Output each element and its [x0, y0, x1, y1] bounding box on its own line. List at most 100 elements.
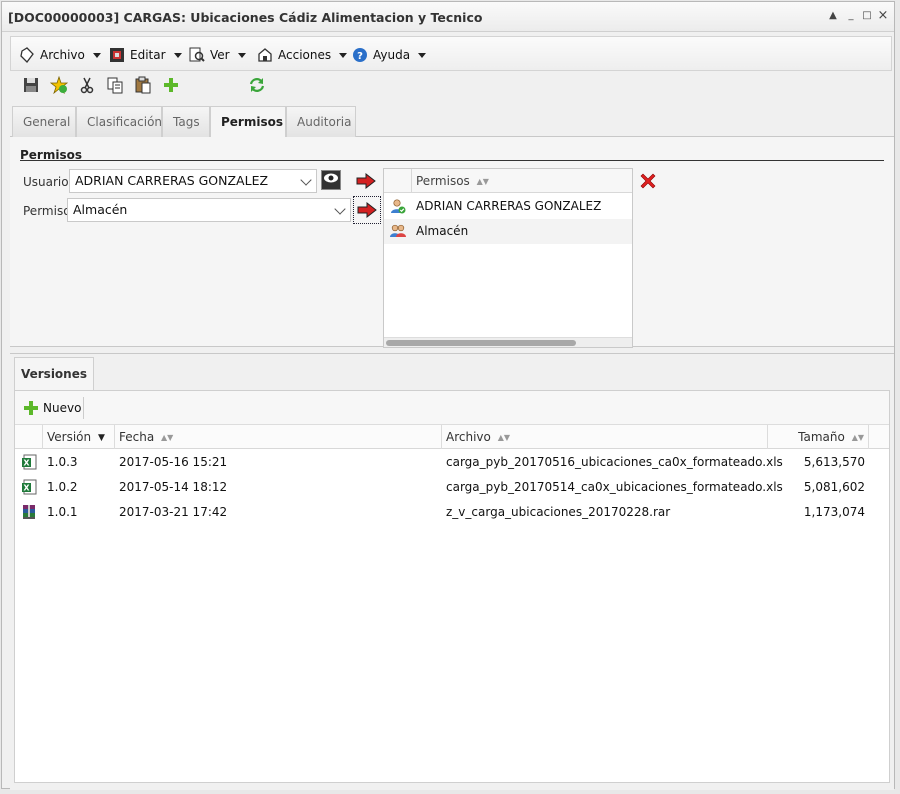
version-row[interactable]: X 1.0.2 2017-05-14 18:12 carga_pyb_20170…	[15, 475, 889, 500]
permiso-row-label: Almacén	[416, 224, 469, 238]
permiso-label: Permiso	[23, 204, 71, 218]
maximize-button[interactable]: □	[860, 9, 874, 23]
menu-acciones[interactable]: Acciones	[257, 46, 348, 64]
archivo-column-label: Archivo	[446, 430, 491, 444]
permiso-select[interactable]: Almacén	[67, 198, 351, 222]
cut-icon[interactable]	[78, 76, 96, 94]
tab-clasificacion[interactable]: Clasificación	[76, 106, 162, 137]
sort-icon: ▲▼	[476, 177, 489, 186]
chevron-down-icon[interactable]	[334, 203, 346, 215]
nuevo-button[interactable]: Nuevo	[23, 399, 81, 417]
sort-icon: ▲▼	[851, 432, 864, 442]
permisos-grid: Permisos ▲▼ ADRIAN CARRERAS GONZALEZ Alm…	[383, 168, 633, 348]
sort-icon: ▲▼	[161, 432, 174, 442]
usuario-value: ADRIAN CARRERAS GONZALEZ	[75, 173, 269, 188]
chevron-down-icon[interactable]	[300, 174, 312, 186]
add-icon[interactable]	[162, 76, 180, 94]
document-window: [DOC00000003] CARGAS: Ubicaciones Cádiz …	[1, 1, 895, 790]
menu-editar[interactable]: Editar	[109, 46, 182, 64]
scroll-thumb[interactable]	[386, 340, 576, 346]
tamano-column-label: Tamaño	[798, 430, 845, 444]
save-icon[interactable]	[22, 76, 40, 94]
view-user-button[interactable]	[321, 170, 341, 190]
rar-file-icon	[23, 505, 35, 519]
version-row[interactable]: 1.0.1 2017-03-21 17:42 z_v_carga_ubicaci…	[15, 500, 889, 525]
menu-bar: Archivo Editar Ver Acciones ? Ayuda	[10, 36, 892, 71]
add-permiso-button[interactable]	[353, 196, 381, 224]
fecha-cell: 2017-05-14 18:12	[119, 480, 228, 494]
sort-desc-icon: ▼	[97, 432, 105, 443]
chevron-down-icon	[92, 52, 101, 58]
usuario-label: Usuario	[23, 175, 69, 189]
permisos-column-header[interactable]: Permisos ▲▼	[416, 174, 489, 188]
versiones-panel: Nuevo Versión ▼ Fecha ▲▼ Archivo ▲▼ Tama…	[14, 390, 890, 783]
view-icon	[189, 47, 205, 62]
favorite-icon[interactable]	[50, 76, 68, 94]
menu-archivo[interactable]: Archivo	[19, 46, 101, 64]
fecha-column-header[interactable]: Fecha ▲▼	[115, 425, 442, 449]
menu-label: Ver	[210, 48, 230, 62]
tamano-column-header[interactable]: Tamaño ▲▼	[768, 425, 869, 449]
version-row[interactable]: X 1.0.3 2017-05-16 15:21 carga_pyb_20170…	[15, 450, 889, 475]
add-icon	[24, 401, 38, 415]
version-cell: 1.0.2	[47, 480, 78, 494]
permiso-row[interactable]: Almacén	[384, 219, 632, 244]
svg-text:X: X	[23, 459, 30, 468]
menu-ver[interactable]: Ver	[189, 46, 246, 64]
document-tabs: General Clasificación Tags Permisos Audi…	[10, 103, 894, 138]
minimize-button[interactable]: _	[844, 9, 858, 23]
permiso-row[interactable]: ADRIAN CARRERAS GONZALEZ	[384, 194, 632, 219]
version-column-header[interactable]: Versión ▼	[43, 425, 115, 449]
tab-tags[interactable]: Tags	[162, 106, 210, 137]
refresh-icon[interactable]	[248, 76, 266, 94]
eye-icon	[324, 173, 338, 183]
version-cell: 1.0.1	[47, 505, 78, 519]
sort-icon: ▲▼	[497, 432, 510, 442]
archivo-cell[interactable]: z_v_carga_ubicaciones_20170228.rar	[446, 505, 670, 519]
add-user-arrow-icon[interactable]	[356, 173, 376, 189]
archive-icon	[20, 47, 34, 63]
fecha-cell: 2017-03-21 17:42	[119, 505, 228, 519]
paste-icon[interactable]	[134, 76, 152, 94]
toolbar-separator	[83, 397, 84, 419]
copy-icon[interactable]	[106, 76, 124, 94]
section-divider	[20, 160, 884, 161]
versiones-toolbar: Nuevo	[15, 391, 889, 425]
title-bar: [DOC00000003] CARGAS: Ubicaciones Cádiz …	[2, 2, 894, 32]
grid-scrollbar[interactable]	[384, 337, 632, 347]
archivo-cell[interactable]: carga_pyb_20170516_ubicaciones_ca0x_form…	[446, 455, 783, 469]
versiones-section: Versiones Nuevo Versión ▼ Fecha ▲▼ Archi…	[10, 353, 894, 790]
main-toolbar	[10, 72, 892, 100]
tab-auditoria[interactable]: Auditoria	[286, 106, 356, 137]
fecha-cell: 2017-05-16 15:21	[119, 455, 228, 469]
group-icon	[390, 224, 406, 237]
tab-general[interactable]: General	[12, 106, 76, 137]
svg-text:X: X	[23, 484, 30, 493]
chevron-down-icon	[418, 52, 427, 58]
menu-label: Acciones	[278, 48, 332, 62]
version-column-label: Versión	[47, 430, 92, 444]
svg-text:?: ?	[357, 51, 363, 62]
close-button[interactable]: ×	[876, 9, 890, 23]
tab-permisos[interactable]: Permisos	[210, 106, 286, 138]
chevron-down-icon	[173, 52, 182, 58]
tamano-cell: 5,081,602	[803, 480, 865, 494]
menu-ayuda[interactable]: ? Ayuda	[352, 46, 427, 64]
delete-icon[interactable]	[638, 171, 658, 191]
add-permiso-arrow-icon	[357, 202, 377, 218]
window-title: [DOC00000003] CARGAS: Ubicaciones Cádiz …	[8, 10, 483, 25]
archivo-cell[interactable]: carga_pyb_20170514_ca0x_ubicaciones_form…	[446, 480, 783, 494]
versiones-grid-header: Versión ▼ Fecha ▲▼ Archivo ▲▼ Tamaño ▲▼	[15, 425, 889, 449]
collapse-button[interactable]: ▲	[826, 9, 840, 23]
permisos-panel: Permisos Usuario ADRIAN CARRERAS GONZALE…	[10, 137, 894, 348]
user-icon	[391, 199, 406, 214]
permisos-column-label: Permisos	[416, 174, 470, 188]
tamano-cell: 5,613,570	[803, 455, 865, 469]
tab-versiones[interactable]: Versiones	[14, 357, 94, 390]
excel-file-icon: X	[22, 454, 37, 470]
archivo-column-header[interactable]: Archivo ▲▼	[442, 425, 768, 449]
excel-file-icon: X	[22, 479, 37, 495]
chevron-down-icon	[339, 52, 348, 58]
version-cell: 1.0.3	[47, 455, 78, 469]
usuario-select[interactable]: ADRIAN CARRERAS GONZALEZ	[69, 169, 317, 193]
